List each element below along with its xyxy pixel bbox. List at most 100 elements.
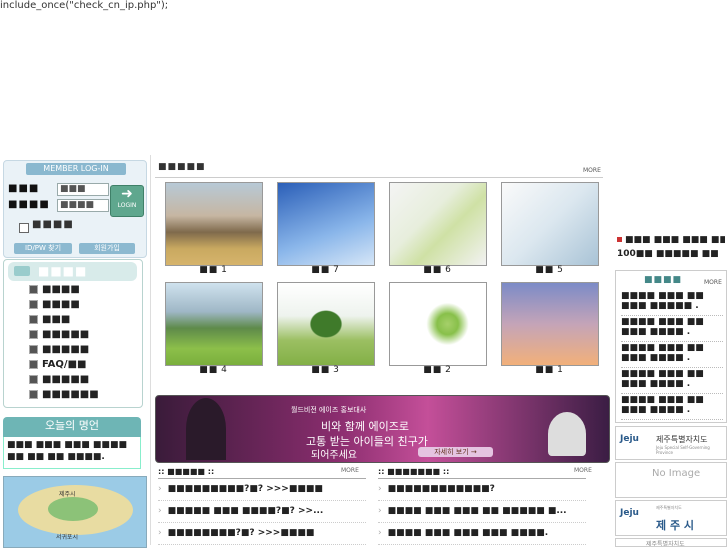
jeju-province-sub: Jeju Special Self-Governing Province — [656, 445, 710, 455]
worldvision-banner[interactable]: 월드비전 에이즈 홍보대사 비와 함께 에이즈로 고통 받는 아이들의 친구가 … — [155, 395, 610, 463]
jeju-map[interactable]: 제주시 서귀포시 — [3, 476, 147, 548]
board-right-row[interactable]: › ■■■■ ■■■ ■■■ ■■■ ■■■■. — [378, 523, 586, 545]
side-menu-item[interactable]: ■■■■■■ — [29, 389, 99, 400]
board-right: :: ■■■■■■■ :: MORE › ■■■■■■■■■■■■? › ■■■■ … — [378, 467, 592, 545]
banner-detail-button[interactable]: 자세히 보기 → — [418, 447, 493, 457]
board-left-row[interactable]: › ■■■■■■■■■?■? >>>■■■■ — [158, 479, 366, 501]
find-idpw-button[interactable]: ID/PW 찾기 — [14, 243, 72, 254]
right-box-row[interactable]: ■■■■ ■■■ ■■ ■■■ ■■■■ . — [621, 343, 723, 368]
board-left: :: ■■■■■ :: MORE › ■■■■■■■■■?■? >>>■■■■ ›… — [158, 467, 366, 545]
pw-label: ■■■■ — [8, 199, 50, 210]
login-button[interactable]: ➜ LOGIN — [110, 185, 144, 217]
side-menu-header: ■■■■ — [8, 262, 137, 281]
board-left-row[interactable]: › ■■■■■ ■■■ ■■■■?■? >>... — [158, 501, 366, 523]
right-top-link[interactable]: 100■■ ■■■■■ ■■ — [617, 247, 725, 261]
map-label-south: 서귀포시 — [56, 534, 79, 541]
side-menu-item[interactable]: ■■■ — [29, 314, 70, 325]
jeju-city-banner[interactable]: Jeju 제주특별자치도 제 주 시 — [615, 500, 727, 536]
bullet-icon — [29, 389, 38, 399]
login-header: MEMBER LOG-IN — [26, 163, 126, 175]
board-right-title: :: ■■■■■■■ :: — [378, 467, 450, 476]
save-id-checkbox[interactable] — [19, 223, 29, 233]
gallery-caption: ■■ 6 — [423, 265, 451, 275]
jeju-city-province: 제주특별자치도 — [656, 505, 682, 510]
child-photo — [548, 412, 586, 456]
gallery-thumb-building[interactable] — [277, 182, 375, 266]
side-menu-title: ■■■■ — [38, 264, 88, 278]
bullet-icon — [29, 284, 38, 294]
no-image-banner[interactable]: No Image — [615, 462, 727, 498]
jeju-bottom-banner[interactable]: 제주특별자치도 — [615, 538, 727, 547]
gallery-title: ■■■■■ — [158, 162, 206, 172]
gallery-thumb-tree[interactable] — [277, 282, 375, 366]
side-menu-item[interactable]: ■■■■ — [29, 284, 80, 295]
right-box-title: ■■■■ — [644, 275, 683, 285]
pw-input[interactable]: ■■■■ — [57, 199, 109, 212]
right-top-link[interactable]: ■■■ ■■■ ■■■ ■■ — [617, 233, 725, 247]
side-menu-item[interactable]: ■■■■ — [29, 299, 80, 310]
board-left-row[interactable]: › ■■■■■■■■?■? >>>■■■■ — [158, 523, 366, 545]
join-button[interactable]: 회원가입 — [79, 243, 135, 254]
gallery-caption: ■■ 4 — [199, 365, 227, 375]
pw-input-text: ■■■■ — [60, 200, 95, 210]
bullet-icon — [29, 299, 38, 309]
gallery-caption: ■■ 7 — [311, 265, 339, 275]
side-menu-item[interactable]: ■■■■■ — [29, 374, 89, 385]
php-include-text: include_once("check_cn_ip.php"); — [0, 0, 169, 11]
right-top-links: ■■■ ■■■ ■■■ ■■ 100■■ ■■■■■ ■■ — [617, 233, 725, 263]
gallery-caption: ■■ 2 — [423, 365, 451, 375]
banner-line1: 월드비전 에이즈 홍보대사 — [291, 406, 367, 414]
login-button-label: LOGIN — [117, 202, 137, 209]
right-box-row[interactable]: ■■■■ ■■■ ■■ ■■■ ■■■■ . — [621, 369, 723, 394]
right-box-row[interactable]: ■■■■ ■■■ ■■ ■■■ ■■■■ . — [621, 317, 723, 342]
jeju-bottom-text: 제주특별자치도 — [646, 541, 685, 547]
bullet-icon — [29, 374, 38, 384]
gallery-caption: ■■ 5 — [535, 265, 563, 275]
login-panel: MEMBER LOG-IN ■■■ ■■■ ■■■■ ■■■■ ➜ LOGIN … — [3, 160, 147, 258]
board-right-row[interactable]: › ■■■■ ■■■ ■■■ ■■ ■■■■■ ■... — [378, 501, 586, 523]
today-quote-header: 오늘의 명언 — [3, 417, 141, 437]
id-label: ■■■ — [8, 183, 40, 194]
today-quote-text: ■■■ ■■■ ■■■ ■■■■ ■■ ■■ ■■ ■■■■. — [3, 437, 141, 469]
side-menu-item[interactable]: ■■■■■ — [29, 329, 89, 340]
board-left-title: :: ■■■■■ :: — [158, 467, 215, 476]
gallery-thumb-mountain[interactable] — [165, 282, 263, 366]
right-box-row[interactable]: ■■■■ ■■■ ■■ ■■■ ■■■■■ . — [621, 291, 723, 316]
folder-icon — [14, 266, 30, 276]
gallery-thumb-glasses[interactable] — [501, 182, 599, 266]
board-right-more[interactable]: MORE — [574, 467, 592, 474]
save-id-label: ■■■■ — [32, 219, 74, 230]
gallery-caption: ■■ 1 — [199, 265, 227, 275]
gallery-more-link[interactable]: MORE — [583, 167, 601, 174]
side-menu-item[interactable]: ■■■■■ — [29, 344, 89, 355]
board-right-row[interactable]: › ■■■■■■■■■■■■? — [378, 479, 586, 501]
bullet-icon — [29, 329, 38, 339]
right-box-row[interactable]: ■■■■ ■■■ ■■ ■■■ ■■■■ . — [621, 395, 723, 420]
jeju-province-name: 제주특별자치도 — [656, 435, 708, 444]
right-notice-box: ■■■■ MORE ■■■■ ■■■ ■■ ■■■ ■■■■■ . ■■■■ ■… — [615, 270, 727, 423]
gallery-divider — [155, 177, 603, 178]
banner-line2: 비와 함께 에이즈로 — [321, 420, 409, 433]
column-divider — [150, 155, 151, 545]
bullet-icon — [29, 359, 38, 369]
jeju-city-name: 제 주 시 — [656, 519, 695, 532]
side-menu-item[interactable]: FAQ/■■ — [29, 359, 86, 370]
jeju-logo: Jeju — [620, 434, 639, 444]
id-input-text: ■■■ — [60, 184, 86, 194]
no-image-text: No Image — [652, 468, 701, 479]
arrow-right-icon: ➜ — [121, 186, 133, 202]
side-menu: ■■■■ ■■■■ ■■■■ ■■■ ■■■■■ ■■■■■ FAQ/■■ ■■… — [3, 259, 143, 408]
id-input[interactable]: ■■■ — [57, 183, 109, 196]
singer-photo — [186, 398, 226, 460]
bullet-icon — [29, 314, 38, 324]
jeju-province-banner[interactable]: Jeju 제주특별자치도 Jeju Special Self-Governing… — [615, 426, 727, 460]
bullet-icon — [29, 344, 38, 354]
gallery-thumb-sunset[interactable] — [501, 282, 599, 366]
gallery-thumb-autumn[interactable] — [165, 182, 263, 266]
right-box-more[interactable]: MORE — [704, 279, 722, 286]
board-left-more[interactable]: MORE — [341, 467, 359, 474]
board-left-header: :: ■■■■■ :: MORE — [158, 467, 366, 476]
jeju-city-logo: Jeju — [620, 508, 639, 518]
gallery-thumb-leaves[interactable] — [389, 282, 487, 366]
gallery-thumb-flowers[interactable] — [389, 182, 487, 266]
